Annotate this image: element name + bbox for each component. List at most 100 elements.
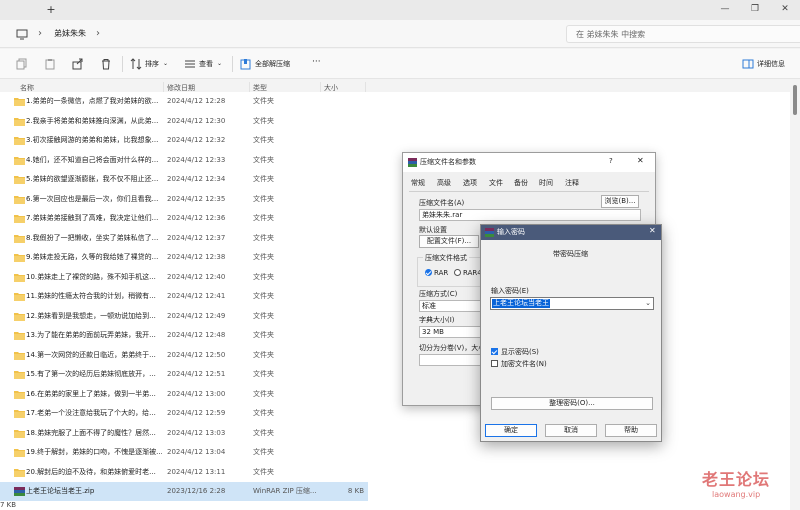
file-row[interactable]: 19.终于解封，弟妹的口吻，不愧是逐渐被... 2024/4/12 13:04 文件… [0, 443, 368, 462]
file-type: 文件夹 [253, 155, 274, 164]
file-modified-date: 2024/4/12 12:49 [167, 311, 226, 320]
monitor-icon[interactable] [16, 28, 28, 40]
tab-backup[interactable]: 备份 [514, 178, 528, 188]
file-row[interactable]: 17.老弟一个没注意给我玩了个大的，给... 2024/4/12 12:59 文件夹 [0, 404, 368, 423]
file-row[interactable]: 9.弟妹走投无路，久等的我给她了裸贷的... 2024/4/12 12:38 文件夹 [0, 248, 368, 267]
archive-name-field[interactable]: 弟妹朱朱.rar [419, 209, 641, 221]
file-row[interactable]: 20.解封后的迫不及待，和弟妹俯爱时老... 2024/4/12 13:11 文件夹 [0, 463, 368, 482]
help-button[interactable]: 帮助 [605, 424, 657, 437]
close-icon[interactable]: ✕ [637, 156, 644, 165]
scrollbar-thumb[interactable] [793, 85, 797, 115]
compression-method-select[interactable]: 标准 [419, 300, 481, 312]
new-tab-button[interactable]: + [44, 4, 58, 16]
view-icon[interactable] [184, 58, 196, 70]
close-icon[interactable]: ✕ [649, 226, 656, 235]
file-modified-date: 2024/4/12 12:38 [167, 253, 226, 261]
chevron-down-icon[interactable]: ⌄ [217, 59, 222, 69]
archive-format-label: 压缩文件格式 [423, 253, 469, 263]
organize-passwords-button[interactable]: 整理密码(O)... [491, 397, 653, 410]
breadcrumb[interactable]: 弟妹朱朱 [54, 27, 86, 41]
encrypt-filenames-label: 加密文件名(N) [501, 360, 547, 368]
extract-all-button[interactable]: 全部解压缩 [255, 59, 290, 69]
profiles-button[interactable]: 配置文件(F)... [419, 235, 479, 248]
file-modified-date: 2024/4/12 12:34 [167, 175, 226, 183]
file-name: 13.为了能在弟弟的面前玩弄弟妹，我开... [26, 331, 156, 339]
password-value: 上老王论坛当老王 [492, 299, 550, 308]
file-row[interactable]: 16.在弟弟的家里上了弟妹，做到一半弟... 2024/4/12 13:00 文件夹 [0, 385, 368, 404]
file-name: 6.第一次回应也是最后一次，你们且看我... [26, 194, 159, 203]
file-row[interactable]: 11.弟妹的性瘾太符合我的计划，稍微有... 2024/4/12 12:41 文件夹 [0, 287, 368, 306]
extract-icon[interactable] [240, 58, 252, 70]
close-window-button[interactable]: ✕ [778, 3, 792, 15]
folder-icon [14, 390, 25, 399]
search-input[interactable]: 在 弟妹朱朱 中搜索 [566, 25, 800, 43]
folder-icon [14, 273, 25, 282]
cancel-button[interactable]: 取消 [545, 424, 597, 437]
enter-password-label: 输入密码(E) [491, 287, 529, 295]
encrypt-filenames-checkbox[interactable] [491, 360, 498, 367]
file-row[interactable]: 上老王论坛当老王.zip 2023/12/16 2:28 WinRAR ZIP 压缩… [0, 482, 368, 501]
delete-icon[interactable] [100, 58, 112, 70]
file-row[interactable]: 15.有了第一次的经历后弟妹彻底放开，... 2024/4/12 12:51 文件夹 [0, 365, 368, 384]
file-name: 5.弟妹的欲望逐渐膨胀，我不仅不阻止还... [26, 175, 159, 183]
winrar-icon [408, 158, 417, 167]
help-button[interactable]: ? [609, 157, 613, 165]
dialog-title-bar[interactable]: 输入密码 ✕ [481, 225, 661, 240]
file-type: 文件夹 [253, 253, 274, 261]
details-button[interactable]: 详细信息 [757, 59, 785, 69]
sort-button[interactable]: 排序 [145, 59, 159, 69]
file-row[interactable]: 12.弟妹看到是我想走，一顿劝说加给到... 2024/4/12 12:49 文件夹 [0, 307, 368, 326]
browse-button[interactable]: 浏览(B)... [601, 195, 639, 208]
ok-button[interactable]: 确定 [485, 424, 537, 437]
file-type: 文件夹 [253, 233, 274, 242]
file-type: 文件夹 [253, 214, 274, 222]
file-row[interactable]: 5.弟妹的欲望逐渐膨胀，我不仅不阻止还... 2024/4/12 12:34 文件夹 [0, 170, 368, 189]
sort-icon[interactable] [130, 58, 142, 70]
file-row[interactable]: 13.为了能在弟弟的面前玩弄弟妹，我开... 2024/4/12 12:48 文件夹 [0, 326, 368, 345]
rar-radio[interactable] [425, 269, 432, 276]
maximize-button[interactable]: ❐ [748, 3, 762, 15]
file-row[interactable]: 8.我假扮了一把懒收，坐实了弟妹私信了... 2024/4/12 12:37 文件夹 [0, 229, 368, 248]
file-name: 17.老弟一个没注意给我玩了个大的，给... [26, 409, 156, 417]
tab-time[interactable]: 时间 [539, 178, 553, 188]
view-button[interactable]: 查看 [199, 59, 213, 69]
chevron-down-icon[interactable]: ⌄ [645, 298, 651, 309]
tab-comment[interactable]: 注释 [565, 178, 579, 188]
file-row[interactable]: 7.弟妹弟弟接触到了高难，我决定让他们... 2024/4/12 12:36 文件夹 [0, 209, 368, 228]
tab-options[interactable]: 选项 [463, 178, 477, 188]
file-name: 19.终于解封，弟妹的口吻，不愧是逐渐被... [26, 448, 162, 456]
file-type: 文件夹 [253, 448, 274, 456]
file-name: 8.我假扮了一把懒收，坐实了弟妹私信了... [26, 233, 159, 242]
file-modified-date: 2024/4/12 12:36 [167, 214, 226, 222]
file-row[interactable]: 2.我亲手将弟弟和弟妹推向深渊，从此弟... 2024/4/12 12:30 文件夹 [0, 112, 368, 131]
file-name: 9.弟妹走投无路，久等的我给她了裸贷的... [26, 253, 159, 261]
tab-advanced[interactable]: 高级 [437, 178, 451, 188]
share-icon[interactable] [72, 58, 84, 70]
file-row[interactable]: 4.她们，还不知道自己将会面对什么样的... 2024/4/12 12:33 文件夹 [0, 151, 368, 170]
tab-general[interactable]: 常规 [411, 178, 425, 188]
file-row[interactable]: 3.初次接触网游的弟弟和弟妹，比我想象... 2024/4/12 12:32 文件夹 [0, 131, 368, 150]
folder-icon [14, 254, 25, 262]
split-size-field[interactable] [419, 354, 481, 366]
dictionary-size-select[interactable]: 32 MB [419, 326, 481, 338]
paste-icon[interactable] [44, 58, 56, 70]
password-input[interactable]: 上老王论坛当老王 ⌄ [490, 297, 654, 310]
file-type: 文件夹 [253, 194, 274, 203]
rar4-radio[interactable] [454, 269, 461, 276]
more-options-button[interactable]: ··· [312, 57, 321, 67]
minimize-button[interactable]: — [718, 3, 732, 15]
file-row[interactable]: 1.弟弟的一条微信，点燃了我对弟妹的欲... 2024/4/12 12:28 文件夹 [0, 92, 368, 111]
file-row[interactable]: 6.第一次回应也是最后一次，你们且看我... 2024/4/12 12:35 文件夹 [0, 190, 368, 209]
file-name: 2.我亲手将弟弟和弟妹推向深渊，从此弟... [26, 116, 159, 125]
details-pane-icon[interactable] [742, 58, 754, 70]
chevron-down-icon[interactable]: ⌄ [163, 59, 168, 69]
chevron-right-icon[interactable]: › [96, 27, 100, 41]
scrollbar[interactable] [790, 79, 800, 510]
tab-files[interactable]: 文件 [489, 178, 503, 188]
show-password-checkbox[interactable] [491, 348, 498, 355]
file-row[interactable]: 10.弟妹走上了裸贷的路，殊不知手机这... 2024/4/12 12:40 文件夹 [0, 268, 368, 287]
dialog-title-bar[interactable]: 压缩文件名和参数 ? ✕ [403, 153, 655, 172]
file-row[interactable]: 14.第一次网贷的还款日临近，弟弟终于... 2024/4/12 12:50 文件夹 [0, 346, 368, 365]
file-row[interactable]: 18.弟妹完服了上面不得了的魔性？居然... 2024/4/12 13:03 文件夹 [0, 424, 368, 443]
copy-icon[interactable] [16, 58, 28, 70]
